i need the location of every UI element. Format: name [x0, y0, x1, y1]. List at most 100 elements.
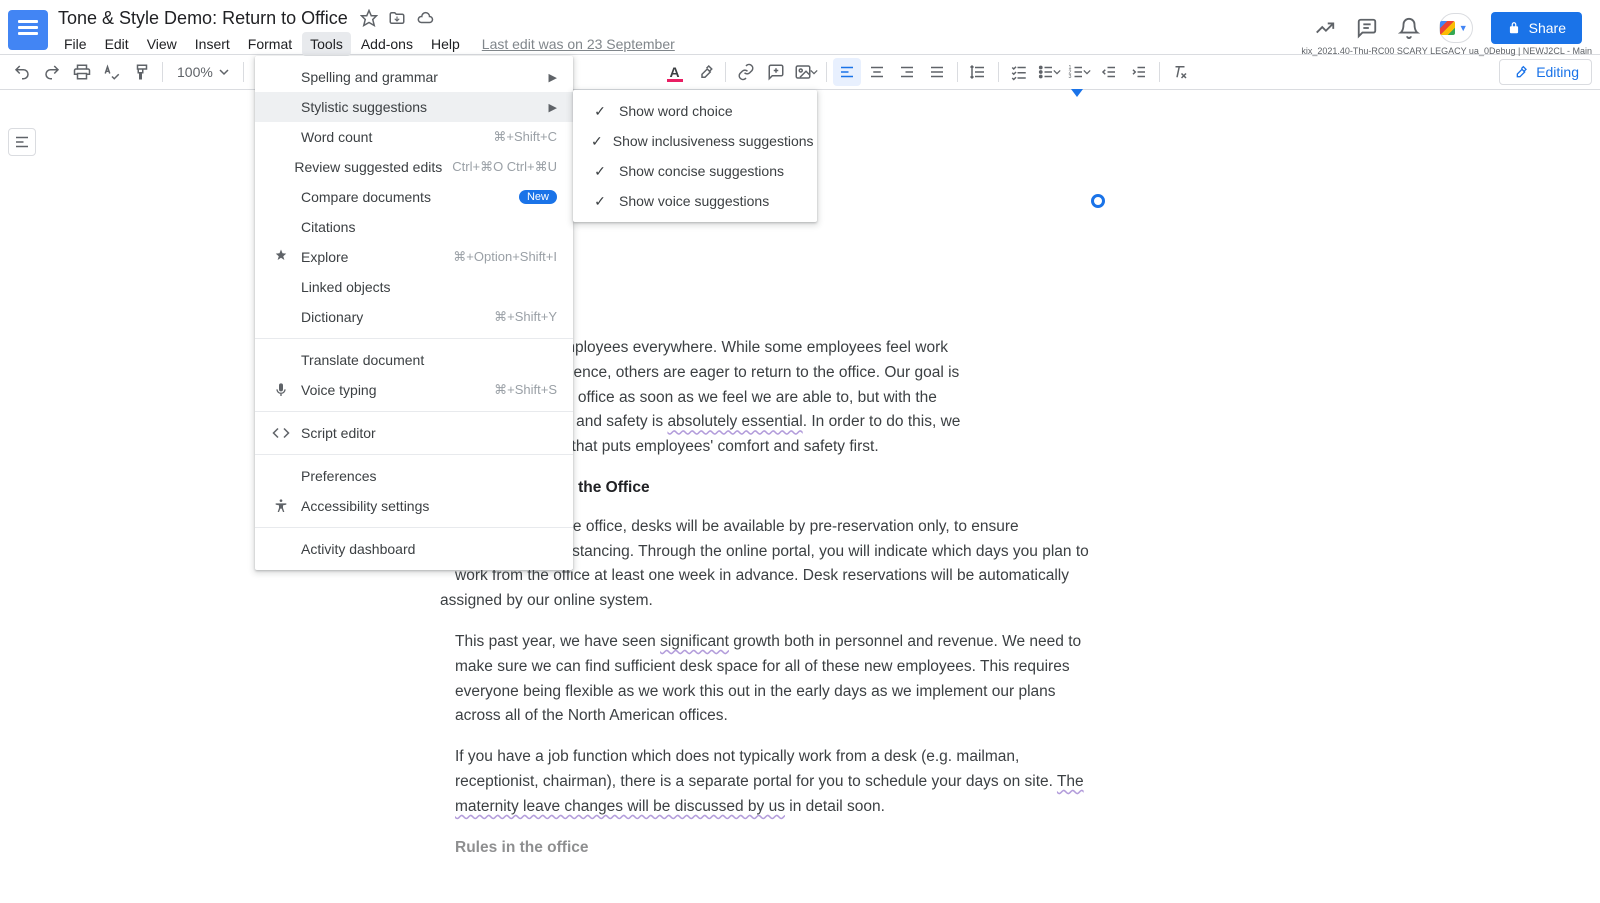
doc-text: If you have a job function which does no…	[455, 748, 1057, 790]
svg-text:3: 3	[1068, 74, 1071, 80]
debug-build-text: kix_2021.40-Thu-RC00 SCARY LEGACY ua_0De…	[1301, 46, 1592, 56]
new-badge: New	[519, 190, 557, 204]
docs-logo[interactable]	[8, 10, 48, 50]
menu-tools[interactable]: Tools	[302, 32, 351, 56]
menu-edit[interactable]: Edit	[97, 32, 137, 56]
tools-menu-item[interactable]: Preferences	[255, 461, 573, 491]
checklist-button[interactable]	[1005, 58, 1033, 86]
star-icon[interactable]	[360, 9, 378, 27]
stylistic-suggestions-submenu: ✓Show word choice✓Show inclusiveness sug…	[573, 90, 817, 222]
add-comment-button[interactable]	[762, 58, 790, 86]
menu-help[interactable]: Help	[423, 32, 468, 56]
text-color-button[interactable]: A	[661, 58, 689, 86]
tools-menu-item[interactable]: Spelling and grammar ▶	[255, 62, 573, 92]
doc-text: in detail soon.	[785, 798, 885, 815]
share-label: Share	[1529, 20, 1566, 36]
tools-menu-item[interactable]: Compare documents New	[255, 182, 573, 212]
increase-indent-button[interactable]	[1125, 58, 1153, 86]
tools-menu-item[interactable]: Voice typing⌘+Shift+S	[255, 375, 573, 405]
highlight-color-button[interactable]	[691, 58, 719, 86]
check-icon: ✓	[591, 133, 603, 150]
stylistic-submenu-item[interactable]: ✓Show concise suggestions	[573, 156, 817, 186]
stylistic-submenu-item[interactable]: ✓Show word choice	[573, 96, 817, 126]
doc-text: work from the office at least one week i…	[440, 567, 1069, 609]
bulleted-list-button[interactable]	[1035, 58, 1063, 86]
tools-menu-item[interactable]: Activity dashboard	[255, 534, 573, 564]
numbered-list-button[interactable]: 123	[1065, 58, 1093, 86]
zoom-select[interactable]: 100%	[169, 64, 237, 80]
paint-format-button[interactable]	[128, 58, 156, 86]
tools-menu-item[interactable]: Explore ⌘+Option+Shift+I	[255, 242, 573, 272]
undo-button[interactable]	[8, 58, 36, 86]
clear-formatting-button[interactable]	[1166, 58, 1194, 86]
submenu-arrow-icon: ▶	[549, 71, 557, 84]
menu-item-label: Accessibility settings	[301, 498, 557, 514]
menu-format[interactable]: Format	[240, 32, 300, 56]
tools-menu-item[interactable]: Translate document	[255, 345, 573, 375]
ruler-right-indent-marker[interactable]	[1071, 89, 1083, 97]
tools-menu-item[interactable]: Review suggested editsCtrl+⌘O Ctrl+⌘U	[255, 152, 573, 182]
align-justify-button[interactable]	[923, 58, 951, 86]
move-icon[interactable]	[388, 9, 406, 27]
menu-view[interactable]: View	[139, 32, 185, 56]
menu-insert[interactable]: Insert	[187, 32, 238, 56]
align-left-button[interactable]	[833, 58, 861, 86]
stylistic-submenu-item[interactable]: ✓ Show voice suggestions	[573, 186, 817, 216]
outline-toggle-button[interactable]	[8, 128, 36, 156]
doc-text: . In order to do this, we	[803, 413, 961, 430]
redo-button[interactable]	[38, 58, 66, 86]
explore-icon	[271, 248, 291, 266]
print-button[interactable]	[68, 58, 96, 86]
meet-button[interactable]: ▼	[1439, 13, 1473, 43]
check-icon: ✓	[591, 193, 609, 210]
cloud-status-icon[interactable]	[416, 9, 434, 27]
keyboard-shortcut: ⌘+Option+Shift+I	[453, 249, 557, 265]
mode-switcher[interactable]: Editing	[1499, 59, 1592, 85]
doc-text: the office, desks will be available by p…	[560, 518, 1019, 535]
menu-file[interactable]: File	[56, 32, 95, 56]
menu-item-label: Linked objects	[301, 279, 557, 295]
tools-menu-item[interactable]: Script editor	[255, 418, 573, 448]
menu-addons[interactable]: Add-ons	[353, 32, 421, 56]
tools-menu-item[interactable]: Citations	[255, 212, 573, 242]
mic-icon	[271, 382, 291, 398]
tools-menu-item[interactable]: Stylistic suggestions▶	[255, 92, 573, 122]
menu-item-label: Review suggested edits	[294, 159, 442, 175]
document-title[interactable]: Tone & Style Demo: Return to Office	[56, 8, 350, 29]
activity-trend-icon[interactable]	[1313, 16, 1337, 40]
line-spacing-button[interactable]	[964, 58, 992, 86]
submenu-item-label: Show concise suggestions	[619, 163, 784, 179]
align-center-button[interactable]	[863, 58, 891, 86]
menu-item-label: Voice typing	[301, 382, 484, 398]
notifications-icon[interactable]	[1397, 16, 1421, 40]
doc-text: This past year, we have seen	[455, 633, 660, 650]
last-edit-link[interactable]: Last edit was on 23 September	[482, 36, 675, 52]
share-button[interactable]: Share	[1491, 12, 1582, 44]
align-right-button[interactable]	[893, 58, 921, 86]
spellcheck-button[interactable]	[98, 58, 126, 86]
decrease-indent-button[interactable]	[1095, 58, 1123, 86]
menu-item-label: Script editor	[301, 425, 557, 441]
submenu-item-label: Show voice suggestions	[619, 193, 769, 209]
menu-item-label: Dictionary	[301, 309, 484, 325]
tools-menu: Spelling and grammar ▶ Stylistic suggestio…	[255, 56, 573, 570]
menu-item-label: Activity dashboard	[301, 541, 557, 557]
tools-menu-item[interactable]: Accessibility settings	[255, 491, 573, 521]
tools-menu-item[interactable]: Word count⌘+Shift+C	[255, 122, 573, 152]
check-icon: ✓	[591, 103, 609, 120]
insert-link-button[interactable]	[732, 58, 760, 86]
menu-item-label: Preferences	[301, 468, 557, 484]
menu-item-label: Compare documents	[301, 189, 509, 205]
menu-item-label: Explore	[301, 249, 443, 265]
menu-item-label: Stylistic suggestions	[301, 99, 539, 115]
mode-label: Editing	[1536, 64, 1579, 80]
suggestion-span[interactable]: absolutely essential	[667, 413, 802, 430]
suggestion-span[interactable]: significant	[660, 633, 729, 650]
doc-heading: in the Office	[560, 479, 650, 496]
menu-item-label: Spelling and grammar	[301, 69, 539, 85]
tools-menu-item[interactable]: Linked objects	[255, 272, 573, 302]
comments-icon[interactable]	[1355, 16, 1379, 40]
tools-menu-item[interactable]: Dictionary⌘+Shift+Y	[255, 302, 573, 332]
stylistic-submenu-item[interactable]: ✓Show inclusiveness suggestions	[573, 126, 817, 156]
insert-image-button[interactable]	[792, 58, 820, 86]
